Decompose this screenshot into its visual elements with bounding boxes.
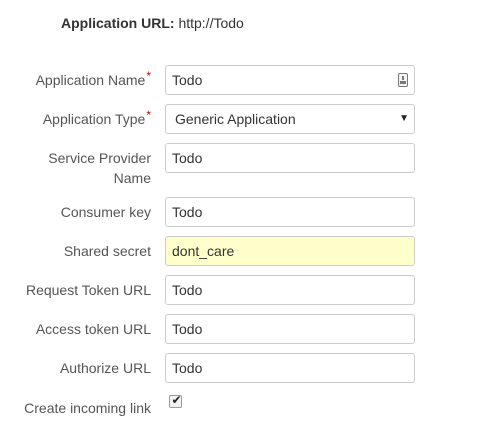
chevron-down-icon: ▼	[399, 113, 409, 124]
application-url-value: http://Todo	[178, 15, 244, 31]
service-provider-name-field-wrap: Todo	[165, 143, 415, 173]
access-token-url-input[interactable]: Todo	[165, 314, 415, 344]
application-url-label: Application URL:	[61, 15, 175, 31]
application-type-select[interactable]: Generic Application ▼	[165, 104, 415, 134]
application-type-label-text: Application Type	[42, 111, 146, 127]
service-provider-name-label: Service Provider Name	[48, 150, 151, 186]
request-token-url-label: Request Token URL	[25, 282, 151, 298]
required-marker: *	[146, 69, 151, 83]
autofill-icon[interactable]	[398, 73, 408, 87]
access-token-url-field-wrap: Todo	[165, 314, 415, 344]
consumer-key-field-wrap: Todo	[165, 197, 415, 227]
request-token-url-input[interactable]: Todo	[165, 275, 415, 305]
application-name-label-text: Application Name	[35, 72, 146, 88]
authorize-url-field-wrap: Todo	[165, 353, 415, 383]
required-marker: *	[146, 108, 151, 122]
consumer-key-label: Consumer key	[60, 204, 151, 220]
checkmark-icon: ✔	[171, 393, 182, 407]
shared-secret-field-wrap: dont_care	[165, 236, 415, 266]
shared-secret-input[interactable]: dont_care	[165, 236, 415, 266]
application-name-input[interactable]: Todo	[165, 65, 415, 95]
application-url: Application URL: http://Todo	[61, 15, 244, 31]
authorize-url-label: Authorize URL	[59, 360, 151, 376]
consumer-key-input[interactable]: Todo	[165, 197, 415, 227]
create-incoming-link-label: Create incoming link	[24, 400, 151, 416]
application-type-label: Application Type*	[42, 108, 151, 129]
application-type-selected: Generic Application	[175, 111, 296, 127]
request-token-url-field-wrap: Todo	[165, 275, 415, 305]
create-incoming-link-checkbox[interactable]: ✔	[169, 393, 182, 408]
access-token-url-label: Access token URL	[35, 321, 151, 337]
application-link-form: Application URL: http://Todo Application…	[0, 0, 482, 421]
authorize-url-input[interactable]: Todo	[165, 353, 415, 383]
service-provider-name-input[interactable]: Todo	[165, 143, 415, 173]
shared-secret-label: Shared secret	[63, 243, 151, 259]
application-name-label: Application Name*	[35, 69, 151, 90]
application-name-field-wrap: Todo	[165, 65, 415, 95]
